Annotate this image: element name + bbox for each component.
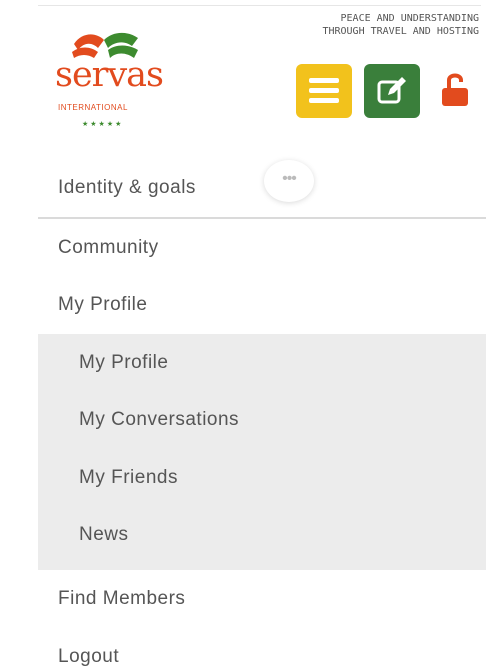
menu-button[interactable] xyxy=(296,64,352,118)
nav-item-identity-goals[interactable]: Identity & goals xyxy=(58,177,196,199)
nav-item-my-profile[interactable]: My Profile xyxy=(58,294,147,316)
submenu-item-my-profile[interactable]: My Profile xyxy=(79,352,168,374)
nav-item-find-members[interactable]: Find Members xyxy=(58,588,185,610)
brand-stars: ★★★★★ xyxy=(82,121,124,128)
brand-subtitle: INTERNATIONAL xyxy=(58,103,128,112)
tagline: PEACE AND UNDERSTANDING THROUGH TRAVEL A… xyxy=(279,12,479,38)
profile-submenu: My Profile My Conversations My Friends N… xyxy=(38,334,486,570)
nav-divider xyxy=(38,217,486,219)
edit-icon xyxy=(377,77,406,104)
nav-item-logout[interactable]: Logout xyxy=(58,646,119,668)
edit-button[interactable] xyxy=(364,64,420,118)
lock-button[interactable] xyxy=(440,70,470,115)
submenu-item-news[interactable]: News xyxy=(79,524,129,546)
nav-item-community[interactable]: Community xyxy=(58,237,159,259)
tagline-line2: THROUGH TRAVEL AND HOSTING xyxy=(322,26,479,37)
submenu-item-my-conversations[interactable]: My Conversations xyxy=(79,409,239,431)
more-options-button[interactable]: ••• xyxy=(264,160,314,202)
unlock-icon xyxy=(442,73,468,106)
brand-name: servas xyxy=(55,55,164,95)
top-divider xyxy=(38,5,481,6)
submenu-item-my-friends[interactable]: My Friends xyxy=(79,467,178,489)
tagline-line1: PEACE AND UNDERSTANDING xyxy=(340,13,479,24)
